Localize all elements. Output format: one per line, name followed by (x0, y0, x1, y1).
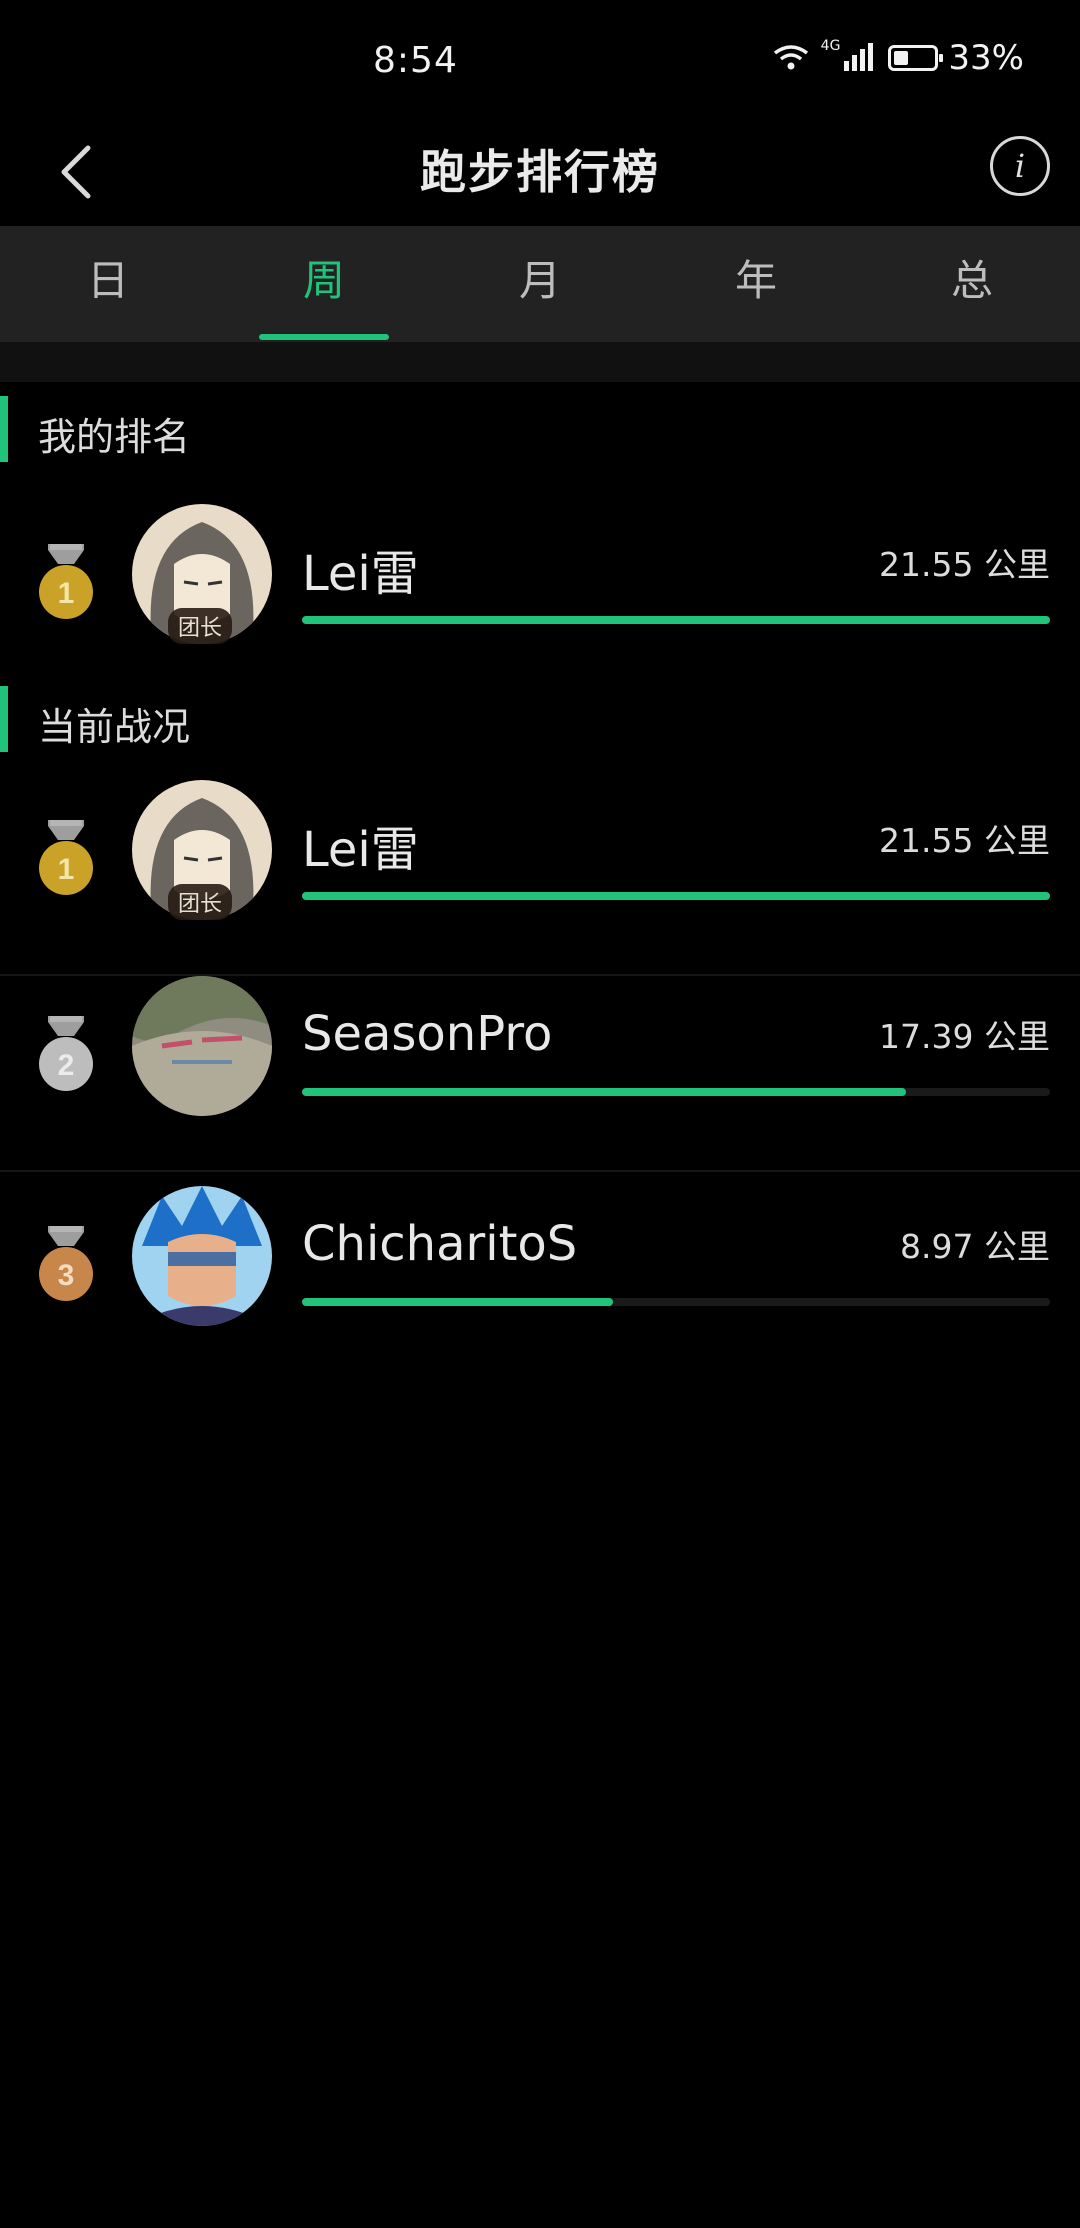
section-title: 当前战况 (38, 705, 191, 749)
user-name: Lei雷 (302, 546, 419, 602)
progress-track (302, 1298, 1050, 1306)
tab-label: 月 (518, 255, 561, 305)
distance-value: 21.55 公里 (879, 821, 1050, 860)
tab-indicator (259, 334, 389, 340)
role-badge: 团长 (168, 884, 233, 920)
distance-value: 8.97 公里 (900, 1227, 1050, 1266)
header: 跑步排行榜 i (0, 120, 1080, 226)
battery-percent: 33% (948, 38, 1024, 78)
tab-total[interactable]: 总 (864, 226, 1080, 342)
section-accent-bar (0, 396, 8, 462)
user-name: Lei雷 (302, 822, 419, 878)
section-accent-bar (0, 686, 8, 752)
avatar[interactable] (132, 1186, 272, 1326)
tab-label: 日 (86, 255, 129, 305)
tab-label: 总 (950, 255, 993, 305)
my-rank-row[interactable]: 1 团长 Lei雷 21.55 公里 (0, 504, 1080, 700)
progress-fill (302, 1088, 906, 1096)
tabs-divider (0, 342, 1080, 382)
distance-value: 17.39 公里 (879, 1017, 1050, 1056)
bronze-medal-icon: 3 (39, 1226, 93, 1301)
wifi-icon (771, 41, 811, 75)
battery-icon (888, 45, 944, 71)
section-current: 当前战况 (0, 686, 1080, 752)
tab-day[interactable]: 日 (0, 226, 216, 342)
leaderboard-row[interactable]: 1 团长 Lei雷 21.55 公里 (0, 780, 1080, 976)
medal-rank: 1 (58, 853, 75, 886)
user-name: SeasonPro (302, 1006, 553, 1062)
page-title: 跑步排行榜 (420, 145, 660, 199)
progress-fill (302, 616, 1050, 624)
medal-rank: 3 (58, 1259, 75, 1292)
leaderboard-row[interactable]: 2 SeasonPro 17.39 公里 (0, 976, 1080, 1172)
tab-year[interactable]: 年 (648, 226, 864, 342)
status-icons: 4G 33% (771, 38, 1024, 78)
status-bar: 8:54 4G 33% (0, 0, 1080, 120)
gold-medal-icon: 1 (39, 820, 93, 895)
info-icon: i (1014, 147, 1026, 185)
progress-track (302, 616, 1050, 624)
progress-track (302, 892, 1050, 900)
row-divider (0, 1170, 1080, 1172)
avatar[interactable] (132, 976, 272, 1116)
leaderboard-row[interactable]: 3 ChicharitoS 8.97 公里 (0, 1186, 1080, 1382)
progress-track (302, 1088, 1050, 1096)
progress-fill (302, 892, 1050, 900)
tab-label: 年 (734, 255, 777, 305)
gold-medal-icon: 1 (39, 544, 93, 619)
network-type: 4G (820, 38, 841, 54)
role-badge: 团长 (168, 608, 233, 644)
progress-fill (302, 1298, 614, 1306)
section-title: 我的排名 (38, 415, 191, 459)
info-button[interactable]: i (990, 136, 1050, 196)
tab-week[interactable]: 周 (216, 226, 432, 342)
signal-icon (844, 41, 878, 75)
period-tabs: 日 周 月 年 总 (0, 226, 1080, 342)
tab-label: 周 (302, 255, 345, 305)
distance-value: 21.55 公里 (879, 545, 1050, 584)
status-time: 8:54 (373, 40, 458, 81)
section-my-rank: 我的排名 (0, 396, 1080, 462)
silver-medal-icon: 2 (39, 1016, 93, 1091)
tab-month[interactable]: 月 (432, 226, 648, 342)
medal-rank: 1 (58, 577, 75, 610)
medal-rank: 2 (58, 1049, 75, 1082)
user-name: ChicharitoS (302, 1216, 578, 1272)
